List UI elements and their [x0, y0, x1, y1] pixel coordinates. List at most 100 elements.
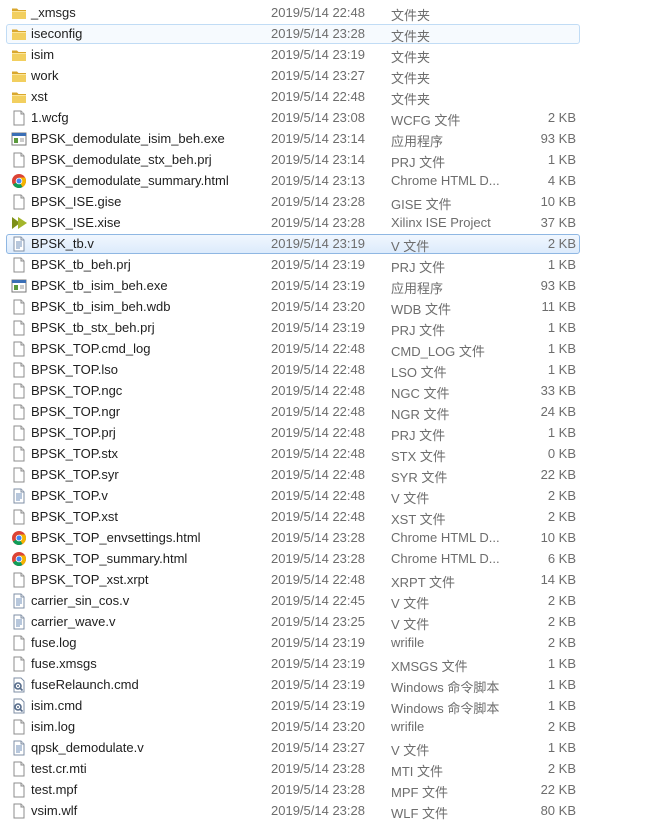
file-size: 1 KB: [547, 320, 576, 335]
file-row[interactable]: BPSK_tb_isim_beh.wdb 2019/5/14 23:20 WDB 文…: [0, 297, 663, 318]
file-icon: [11, 782, 27, 798]
file-type: 应用程序: [391, 281, 444, 296]
folder-row[interactable]: xst 2019/5/14 22:48 文件夹: [0, 87, 663, 108]
file-row[interactable]: vsim.wlf 2019/5/14 23:28 WLF 文件 80 KB: [0, 801, 663, 822]
file-row[interactable]: BPSK_demodulate_isim_beh.exe 2019/5/14 23…: [0, 129, 663, 150]
file-row[interactable]: isim.cmd 2019/5/14 23:19 Windows 命令脚本 1 KB: [0, 696, 663, 717]
file-type: WCFG 文件: [391, 113, 461, 128]
folder-row[interactable]: iseconfig 2019/5/14 23:28 文件夹: [0, 24, 663, 45]
text-file-icon: [11, 236, 27, 252]
folder-row[interactable]: isim 2019/5/14 23:19 文件夹: [0, 45, 663, 66]
file-icon: [11, 635, 27, 651]
file-row[interactable]: isim.log 2019/5/14 23:20 wrifile 2 KB: [0, 717, 663, 738]
file-row[interactable]: BPSK_TOP_xst.xrpt 2019/5/14 22:48 XRPT 文件 1…: [0, 570, 663, 591]
file-icon: [11, 320, 27, 336]
file-size: 11 KB: [541, 299, 576, 314]
file-type: NGC 文件: [391, 386, 450, 401]
file-name: BPSK_TOP_xst.xrpt: [31, 572, 149, 587]
file-icon: [11, 404, 27, 420]
file-size: 1 KB: [547, 425, 576, 440]
file-row[interactable]: BPSK_demodulate_stx_beh.prj 2019/5/14 23:…: [0, 150, 663, 171]
file-name: BPSK_tb_isim_beh.exe: [31, 278, 168, 293]
file-name: carrier_sin_cos.v: [31, 593, 130, 608]
file-row[interactable]: BPSK_demodulate_summary.html 2019/5/14 23…: [0, 171, 663, 192]
file-name: BPSK_tb.v: [31, 236, 94, 251]
file-name: BPSK_TOP.ngr: [31, 404, 121, 419]
file-type: 文件夹: [391, 92, 431, 107]
file-date: 2019/5/14 23:28: [271, 551, 365, 566]
file-row[interactable]: BPSK_TOP.cmd_log 2019/5/14 22:48 CMD_LOG 文…: [0, 339, 663, 360]
file-icon: [11, 719, 27, 735]
file-date: 2019/5/14 22:48: [271, 5, 365, 20]
file-row[interactable]: test.mpf 2019/5/14 23:28 MPF 文件 22 KB: [0, 780, 663, 801]
file-name: work: [31, 68, 59, 83]
file-date: 2019/5/14 23:19: [271, 635, 365, 650]
file-date: 2019/5/14 23:13: [271, 173, 365, 188]
file-name: fuse.log: [31, 635, 77, 650]
file-row[interactable]: BPSK_tb_stx_beh.prj 2019/5/14 23:19 PRJ 文件…: [0, 318, 663, 339]
chrome-icon: [11, 551, 27, 567]
file-size: 0 KB: [547, 446, 576, 461]
file-size: 80 KB: [540, 803, 576, 818]
file-row[interactable]: BPSK_TOP.syr 2019/5/14 22:48 SYR 文件 22 KB: [0, 465, 663, 486]
file-date: 2019/5/14 23:19: [271, 698, 365, 713]
file-row[interactable]: BPSK_tb_isim_beh.exe 2019/5/14 23:19 应用程序 9…: [0, 276, 663, 297]
file-row[interactable]: BPSK_TOP.lso 2019/5/14 22:48 LSO 文件 1 KB: [0, 360, 663, 381]
file-name: BPSK_TOP_envsettings.html: [31, 530, 201, 545]
file-size: 2 KB: [547, 635, 576, 650]
file-name: carrier_wave.v: [31, 614, 116, 629]
file-row[interactable]: BPSK_TOP.v 2019/5/14 22:48 V 文件 2 KB: [0, 486, 663, 507]
file-row[interactable]: BPSK_TOP.ngc 2019/5/14 22:48 NGC 文件 33 KB: [0, 381, 663, 402]
file-size: 2 KB: [547, 236, 576, 251]
file-row[interactable]: BPSK_TOP_envsettings.html 2019/5/14 23:28…: [0, 528, 663, 549]
folder-row[interactable]: work 2019/5/14 23:27 文件夹: [0, 66, 663, 87]
file-row[interactable]: fuse.xmsgs 2019/5/14 23:19 XMSGS 文件 1 KB: [0, 654, 663, 675]
file-row[interactable]: fuse.log 2019/5/14 23:19 wrifile 2 KB: [0, 633, 663, 654]
file-date: 2019/5/14 23:28: [271, 782, 365, 797]
file-type: V 文件: [391, 617, 430, 632]
file-row[interactable]: qpsk_demodulate.v 2019/5/14 23:27 V 文件 1 KB: [0, 738, 663, 759]
file-row[interactable]: fuseRelaunch.cmd 2019/5/14 23:19 Windows 命…: [0, 675, 663, 696]
file-size: 2 KB: [547, 488, 576, 503]
file-row[interactable]: BPSK_tb.v 2019/5/14 23:19 V 文件 2 KB: [0, 234, 663, 255]
folder-row[interactable]: _xmsgs 2019/5/14 22:48 文件夹: [0, 3, 663, 24]
file-name: BPSK_demodulate_summary.html: [31, 173, 229, 188]
file-date: 2019/5/14 23:14: [271, 131, 365, 146]
file-row[interactable]: test.cr.mti 2019/5/14 23:28 MTI 文件 2 KB: [0, 759, 663, 780]
file-name: BPSK_tb_isim_beh.wdb: [31, 299, 171, 314]
file-type: 文件夹: [391, 29, 431, 44]
file-row[interactable]: BPSK_tb_beh.prj 2019/5/14 23:19 PRJ 文件 1 KB: [0, 255, 663, 276]
file-row[interactable]: BPSK_TOP.ngr 2019/5/14 22:48 NGR 文件 24 KB: [0, 402, 663, 423]
file-date: 2019/5/14 22:48: [271, 425, 365, 440]
file-name: BPSK_demodulate_isim_beh.exe: [31, 131, 225, 146]
file-row[interactable]: carrier_sin_cos.v 2019/5/14 22:45 V 文件 2 KB: [0, 591, 663, 612]
file-name: BPSK_TOP.syr: [31, 467, 119, 482]
file-type: NGR 文件: [391, 407, 450, 422]
file-size: 2 KB: [547, 110, 576, 125]
file-row[interactable]: carrier_wave.v 2019/5/14 23:25 V 文件 2 KB: [0, 612, 663, 633]
file-type: MTI 文件: [391, 764, 443, 779]
file-date: 2019/5/14 23:27: [271, 740, 365, 755]
file-date: 2019/5/14 23:19: [271, 257, 365, 272]
file-row[interactable]: BPSK_TOP.prj 2019/5/14 22:48 PRJ 文件 1 KB: [0, 423, 663, 444]
file-row[interactable]: BPSK_ISE.xise 2019/5/14 23:28 Xilinx ISE P…: [0, 213, 663, 234]
file-row[interactable]: BPSK_ISE.gise 2019/5/14 23:28 GISE 文件 10 KB: [0, 192, 663, 213]
file-icon: [11, 509, 27, 525]
file-name: test.cr.mti: [31, 761, 87, 776]
file-date: 2019/5/14 23:28: [271, 194, 365, 209]
file-row[interactable]: BPSK_TOP.stx 2019/5/14 22:48 STX 文件 0 KB: [0, 444, 663, 465]
file-date: 2019/5/14 22:48: [271, 446, 365, 461]
file-size: 93 KB: [540, 278, 576, 293]
file-row[interactable]: 1.wcfg 2019/5/14 23:08 WCFG 文件 2 KB: [0, 108, 663, 129]
file-size: 24 KB: [540, 404, 576, 419]
file-type: wrifile: [391, 635, 425, 650]
file-row[interactable]: BPSK_TOP.xst 2019/5/14 22:48 XST 文件 2 KB: [0, 507, 663, 528]
text-file-icon: [11, 593, 27, 609]
file-name: fuse.xmsgs: [31, 656, 97, 671]
file-row[interactable]: BPSK_TOP_summary.html 2019/5/14 23:28 Chro…: [0, 549, 663, 570]
file-type: Chrome HTML D...: [391, 530, 499, 545]
file-size: 2 KB: [547, 761, 576, 776]
file-type: V 文件: [391, 491, 430, 506]
text-file-icon: [11, 740, 27, 756]
file-date: 2019/5/14 23:19: [271, 656, 365, 671]
